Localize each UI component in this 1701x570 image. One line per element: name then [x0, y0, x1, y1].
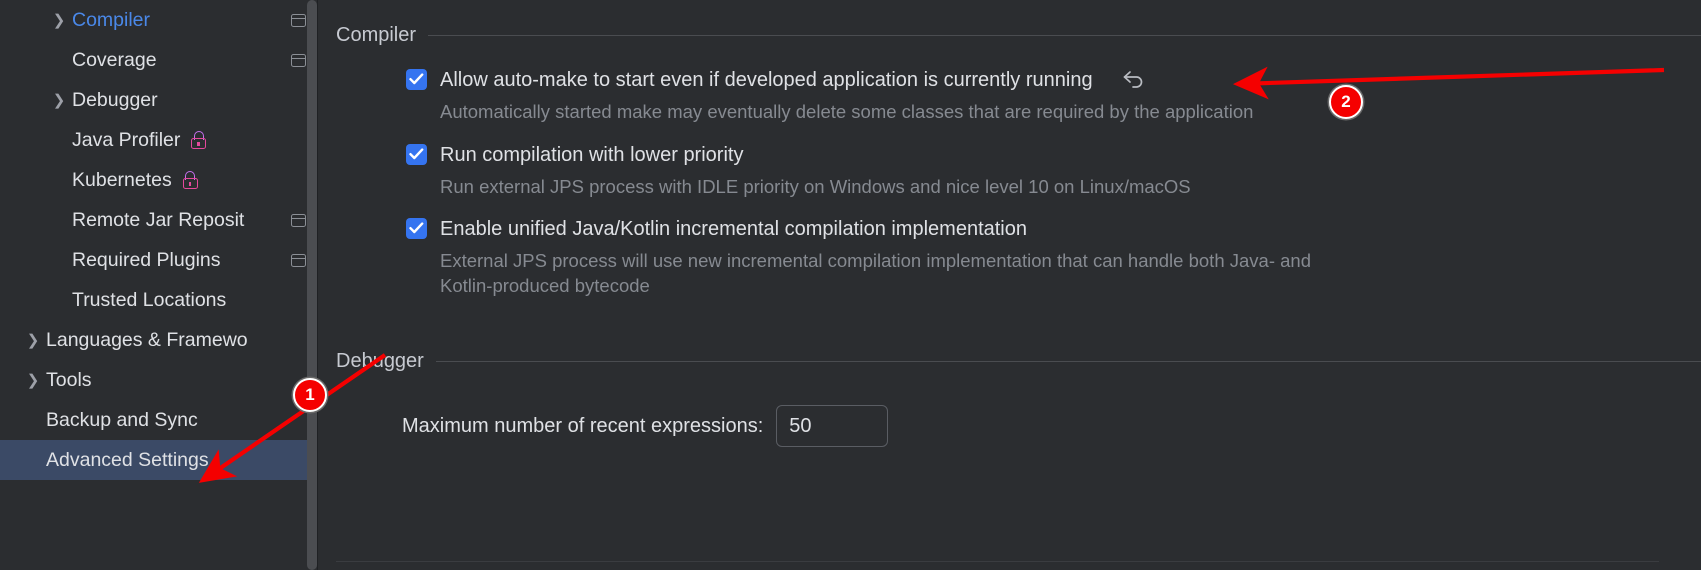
sidebar-item-label: Debugger	[72, 88, 158, 111]
lock-icon	[182, 171, 199, 189]
sidebar-item-label: Kubernetes	[72, 168, 172, 191]
lock-icon	[190, 131, 207, 149]
debugger-group-title: Debugger	[336, 350, 424, 372]
checkbox-row-lower-priority[interactable]: Run compilation with lower priority	[406, 144, 1701, 166]
option-block-allow-auto-make: Allow auto-make to start even if develop…	[406, 69, 1701, 124]
sidebar-item-label: Compiler	[72, 8, 151, 31]
sidebar-item-label: Java Profiler	[72, 128, 181, 151]
compiler-group-title: Compiler	[336, 24, 417, 46]
checkbox-label-allow-auto-make: Allow auto-make to start even if develop…	[440, 69, 1093, 91]
sidebar-scrollbar-thumb[interactable]	[307, 0, 317, 570]
option-block-unified-incremental: Enable unified Java/Kotlin incremental c…	[406, 218, 1701, 298]
chevron-right-icon[interactable]: ❯	[20, 331, 46, 349]
sidebar-item-kubernetes[interactable]: ❯Kubernetes	[0, 160, 318, 200]
sidebar-item-backup-and-sync[interactable]: ❯Backup and Sync	[0, 400, 318, 440]
checkbox-unified-incremental[interactable]	[406, 218, 427, 239]
sidebar-item-label: Tools	[46, 368, 92, 391]
sidebar-item-remote-jar-reposit[interactable]: ❯Remote Jar Reposit	[0, 200, 318, 240]
settings-tree-sidebar[interactable]: ❯Compiler❯Coverage❯Debugger❯Java Profile…	[0, 0, 318, 570]
checkbox-label-lower-priority: Run compilation with lower priority	[440, 144, 744, 166]
max-recent-expressions-label: Maximum number of recent expressions:	[402, 414, 764, 437]
option-block-lower-priority: Run compilation with lower priority Run …	[406, 144, 1701, 199]
debugger-group-header: Debugger	[336, 350, 1701, 373]
sidebar-item-languages-framewo[interactable]: ❯ Languages & Framewo	[0, 320, 318, 360]
checkbox-label-unified-incremental: Enable unified Java/Kotlin incremental c…	[440, 218, 1027, 240]
chevron-right-icon[interactable]: ❯	[46, 91, 72, 109]
chevron-right-icon[interactable]: ❯	[46, 11, 72, 29]
sidebar-item-label: Coverage	[72, 48, 157, 71]
option-description-unified-incremental: External JPS process will use new increm…	[440, 250, 1311, 296]
max-recent-expressions-row: Maximum number of recent expressions:	[402, 405, 1701, 447]
sidebar-item-required-plugins[interactable]: ❯Required Plugins	[0, 240, 318, 280]
group-rule	[435, 361, 1701, 362]
sidebar-item-label: Trusted Locations	[72, 288, 227, 311]
sidebar-item-label: Remote Jar Reposit	[72, 208, 245, 231]
checkbox-row-allow-auto-make[interactable]: Allow auto-make to start even if develop…	[406, 69, 1701, 91]
window-badge-icon	[291, 13, 306, 27]
check-icon	[409, 148, 424, 160]
max-recent-expressions-input[interactable]	[776, 405, 889, 447]
sidebar-item-advanced-settings[interactable]: ❯Advanced Settings	[0, 440, 318, 480]
sidebar-item-debugger[interactable]: ❯ Debugger	[0, 80, 318, 120]
settings-content-pane: Compiler Allow auto-make to start even i…	[318, 0, 1701, 570]
rollback-icon[interactable]	[1120, 67, 1148, 91]
window-badge-icon	[291, 253, 306, 267]
compiler-group-header: Compiler	[336, 24, 1701, 47]
option-description-lower-priority: Run external JPS process with IDLE prior…	[440, 176, 1191, 197]
settings-tree: ❯Compiler❯Coverage❯Debugger❯Java Profile…	[0, 0, 318, 480]
sidebar-item-label: Languages & Framewo	[46, 328, 248, 351]
chevron-right-icon[interactable]: ❯	[20, 371, 46, 389]
sidebar-item-label: Required Plugins	[72, 248, 221, 271]
checkbox-lower-priority[interactable]	[406, 144, 427, 165]
option-description-allow-auto-make: Automatically started make may eventuall…	[440, 101, 1254, 122]
sidebar-item-label: Advanced Settings	[46, 448, 209, 471]
check-icon	[409, 73, 424, 85]
annotation-marker-2: 2	[1329, 85, 1363, 119]
group-rule	[428, 35, 1701, 36]
window-badge-icon	[291, 53, 306, 67]
sidebar-item-trusted-locations[interactable]: ❯Trusted Locations	[0, 280, 318, 320]
checkbox-row-unified-incremental[interactable]: Enable unified Java/Kotlin incremental c…	[406, 218, 1701, 240]
sidebar-item-java-profiler[interactable]: ❯Java Profiler	[0, 120, 318, 160]
check-icon	[409, 222, 424, 234]
sidebar-item-compiler[interactable]: ❯ Compiler	[0, 0, 318, 40]
content-bottom-rule	[336, 561, 1659, 562]
sidebar-item-label: Backup and Sync	[46, 408, 198, 431]
window-badge-icon	[291, 213, 306, 227]
settings-dialog: ❯Compiler❯Coverage❯Debugger❯Java Profile…	[0, 0, 1701, 570]
annotation-marker-1: 1	[293, 378, 327, 412]
checkbox-allow-auto-make[interactable]	[406, 69, 427, 90]
sidebar-item-coverage[interactable]: ❯Coverage	[0, 40, 318, 80]
sidebar-item-tools[interactable]: ❯ Tools	[0, 360, 318, 400]
